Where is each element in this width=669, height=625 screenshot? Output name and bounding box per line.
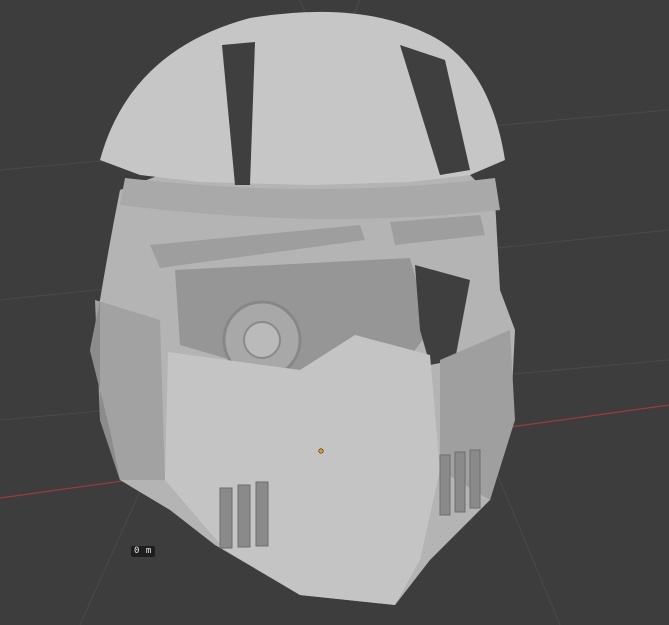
distance-readout: 0 m	[131, 546, 155, 557]
cheek-panel-left	[95, 300, 165, 480]
mouth-guard[interactable]	[165, 335, 440, 605]
3d-viewport[interactable]: 0 m	[0, 0, 669, 625]
chin-vent-right	[439, 449, 481, 516]
viewport-scene[interactable]	[0, 0, 669, 625]
helmet-model[interactable]	[90, 11, 515, 605]
object-origin-icon[interactable]	[318, 448, 324, 454]
chin-vent-left	[219, 481, 269, 549]
eye-lens	[243, 321, 281, 359]
